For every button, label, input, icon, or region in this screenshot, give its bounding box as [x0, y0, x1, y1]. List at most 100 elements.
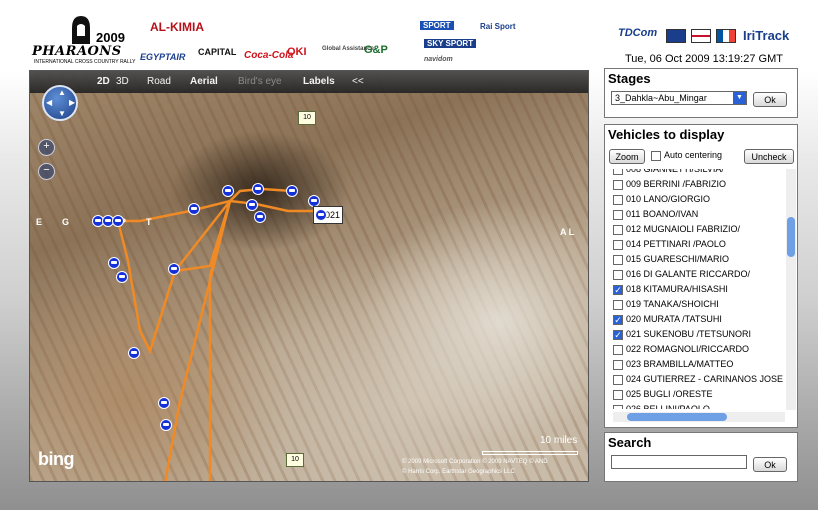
map-style-aerial[interactable]: Aerial — [190, 76, 218, 87]
vehicle-label-number: 021 — [324, 210, 340, 220]
vehicle-list-item[interactable]: 008 GIANNETTI/SILVIA/ — [606, 169, 786, 178]
vehicle-checkbox[interactable] — [613, 270, 623, 280]
vehicle-checkbox[interactable] — [613, 255, 623, 265]
search-panel: Search Ok — [604, 432, 798, 482]
vehicle-marker[interactable] — [116, 271, 128, 283]
vehicle-marker[interactable] — [246, 199, 258, 211]
vehicle-marker-selected — [315, 209, 327, 221]
vehicle-list-item[interactable]: 026 BELLINI/PAOLO — [606, 403, 786, 409]
scroll-thumb[interactable] — [787, 217, 795, 257]
vehicle-name: 014 PETTINARI /PAOLO — [626, 239, 726, 249]
vehicle-list-item[interactable]: 011 BOANO/IVAN — [606, 208, 786, 223]
map-scale-label: 10 miles — [540, 435, 578, 446]
vehicle-list-item[interactable]: 014 PETTINARI /PAOLO — [606, 238, 786, 253]
vehicle-checkbox[interactable]: ✓ — [613, 315, 623, 325]
vehicle-list-item[interactable]: ✓ 018 KITAMURA/HISASHI — [606, 283, 786, 298]
vehicle-checkbox[interactable] — [613, 300, 623, 310]
vehicle-name: 011 BOANO/IVAN — [626, 209, 699, 219]
map-view[interactable]: 2D 3D Road Aerial Bird's eye Labels << ▲… — [29, 70, 589, 482]
vehicle-list-item[interactable]: 016 DI GALANTE RICCARDO/ — [606, 268, 786, 283]
vehicle-list-item[interactable]: 012 MUGNAIOLI FABRIZIO/ — [606, 223, 786, 238]
vehicle-checkbox[interactable]: ✓ — [613, 285, 623, 295]
vehicle-marker[interactable] — [112, 215, 124, 227]
vehicle-checkbox[interactable] — [613, 225, 623, 235]
vehicle-list-item[interactable]: ✓ 021 SUKENOBU /TETSUNORI — [606, 328, 786, 343]
flag-france-icon[interactable] — [716, 29, 736, 43]
uncheck-button[interactable]: Uncheck — [744, 149, 794, 164]
map-copyright-line-1: © 2009 Microsoft Corporation © 2009 NAVT… — [402, 459, 548, 465]
vehicle-checkbox[interactable] — [613, 390, 623, 400]
map-labels-toggle[interactable]: Labels — [303, 76, 335, 87]
vehicle-name: 012 MUGNAIOLI FABRIZIO/ — [626, 224, 741, 234]
vehicle-list[interactable]: 008 GIANNETTI/SILVIA/009 BERRINI /FABRIZ… — [606, 169, 786, 409]
vehicle-021-label[interactable]: 021 — [313, 206, 343, 224]
stages-panel: Stages 3_Dahkla~Abu_Mingar ▼ Ok — [604, 68, 798, 118]
pan-right-icon[interactable]: ▶ — [69, 98, 75, 107]
stage-ok-button[interactable]: Ok — [753, 92, 787, 107]
vehicle-marker[interactable] — [108, 257, 120, 269]
vehicle-list-item[interactable]: 023 BRAMBILLA/MATTEO — [606, 358, 786, 373]
map-pan-control[interactable]: ▲ ▼ ◀ ▶ — [42, 85, 78, 121]
vehicle-marker[interactable] — [254, 211, 266, 223]
vehicle-name: 010 LANO/GIORGIO — [626, 194, 711, 204]
sponsor-rai-sport: Rai Sport — [480, 22, 516, 31]
map-style-road[interactable]: Road — [147, 76, 171, 87]
map-mode-2d[interactable]: 2D — [97, 76, 110, 87]
vehicle-list-item[interactable]: 010 LANO/GIORGIO — [606, 193, 786, 208]
vehicle-checkbox[interactable] — [613, 240, 623, 250]
auto-centering-label: Auto centering — [664, 150, 723, 160]
vehicle-list-item[interactable]: 009 BERRINI /FABRIZIO — [606, 178, 786, 193]
vehicle-name: 008 GIANNETTI/SILVIA/ — [626, 169, 724, 174]
header: 2009 PHARAONS INTERNATIONAL CROSS COUNTR… — [0, 0, 818, 68]
search-input[interactable] — [611, 455, 747, 469]
vehicle-list-item[interactable]: 022 ROMAGNOLI/RICCARDO — [606, 343, 786, 358]
vehicle-list-hscrollbar[interactable] — [613, 412, 785, 422]
stage-select-value: 3_Dahkla~Abu_Mingar — [615, 93, 707, 103]
map-copyright: © 2009 Microsoft Corporation © 2009 NAVT… — [402, 457, 548, 477]
vehicle-list-item[interactable]: 024 GUTIERREZ - CARINANOS JOSE — [606, 373, 786, 388]
vehicle-checkbox[interactable] — [613, 345, 623, 355]
vehicle-marker[interactable] — [286, 185, 298, 197]
zoom-out-icon[interactable]: − — [38, 163, 55, 180]
vehicle-name: 019 TANAKA/SHOICHI — [626, 299, 719, 309]
vehicle-list-item[interactable]: 019 TANAKA/SHOICHI — [606, 298, 786, 313]
vehicle-list-scrollbar[interactable] — [786, 169, 796, 410]
vehicle-checkbox[interactable] — [613, 360, 623, 370]
zoom-in-icon[interactable]: + — [38, 139, 55, 156]
vehicle-list-item[interactable]: ✓ 020 MURATA /TATSUHI — [606, 313, 786, 328]
vehicle-marker[interactable] — [222, 185, 234, 197]
vehicle-name: 023 BRAMBILLA/MATTEO — [626, 359, 734, 369]
pan-left-icon[interactable]: ◀ — [46, 98, 52, 107]
vehicle-marker[interactable] — [188, 203, 200, 215]
vehicle-name: 026 BELLINI/PAOLO — [626, 404, 710, 409]
zoom-button[interactable]: Zoom — [609, 149, 645, 164]
search-ok-button[interactable]: Ok — [753, 457, 787, 472]
map-mode-3d[interactable]: 3D — [116, 76, 129, 87]
vehicle-name: 021 SUKENOBU /TETSUNORI — [626, 329, 752, 339]
hscroll-thumb[interactable] — [627, 413, 727, 421]
vehicle-marker[interactable] — [252, 183, 264, 195]
vehicle-marker[interactable] — [160, 419, 172, 431]
vehicle-checkbox[interactable]: ✓ — [613, 330, 623, 340]
map-style-birdseye[interactable]: Bird's eye — [238, 76, 282, 87]
vehicle-list-item[interactable]: 015 GUARESCHI/MARIO — [606, 253, 786, 268]
flag-uk-icon[interactable] — [691, 29, 711, 43]
rally-name: PHARAONS — [32, 44, 122, 59]
chevron-down-icon[interactable]: ▼ — [733, 92, 746, 104]
pan-down-icon[interactable]: ▼ — [58, 109, 66, 118]
vehicle-checkbox[interactable] — [613, 375, 623, 385]
vehicle-marker[interactable] — [168, 263, 180, 275]
vehicle-marker[interactable] — [128, 347, 140, 359]
vehicle-list-item[interactable]: 025 BUGLI /ORESTE — [606, 388, 786, 403]
vehicle-checkbox[interactable] — [613, 169, 623, 175]
vehicle-checkbox[interactable] — [613, 195, 623, 205]
flag-help-icon[interactable] — [666, 29, 686, 43]
map-toolbar-collapse[interactable]: << — [352, 76, 364, 87]
stage-select[interactable]: 3_Dahkla~Abu_Mingar ▼ — [611, 91, 747, 105]
pan-up-icon[interactable]: ▲ — [58, 88, 66, 97]
vehicle-checkbox[interactable] — [613, 210, 623, 220]
vehicle-checkbox[interactable] — [613, 405, 623, 409]
vehicle-marker[interactable] — [158, 397, 170, 409]
vehicle-checkbox[interactable] — [613, 180, 623, 190]
auto-centering-checkbox[interactable] — [651, 151, 661, 161]
